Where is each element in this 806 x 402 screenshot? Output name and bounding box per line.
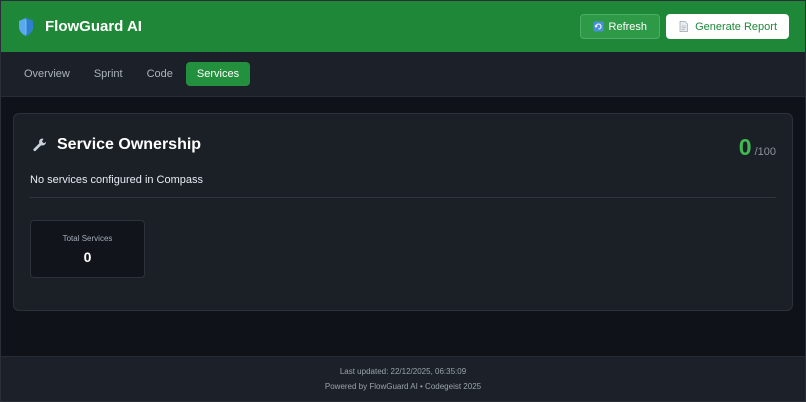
wrench-icon [32, 137, 48, 153]
divider [30, 197, 776, 198]
score-max: /100 [754, 146, 776, 158]
app-window: FlowGuard AI Refresh Generate Report Ove… [0, 0, 806, 402]
app-title: FlowGuard AI [45, 18, 142, 35]
stat-value: 0 [83, 248, 92, 265]
total-services-stat: Total Services 0 [30, 220, 145, 278]
tab-bar: Overview Sprint Code Services [1, 52, 805, 97]
last-updated: Last updated: 22/12/2025, 06:35:09 [339, 367, 467, 376]
tab-sprint[interactable]: Sprint [83, 62, 134, 86]
tab-code[interactable]: Code [136, 62, 184, 86]
score: 0 /100 [739, 134, 776, 161]
main-content: Service Ownership 0 /100 No services con… [1, 97, 805, 357]
score-value: 0 [738, 134, 752, 160]
top-header: FlowGuard AI Refresh Generate Report [1, 1, 805, 52]
generate-report-label: Generate Report [695, 20, 777, 33]
powered-by: Powered by FlowGuard AI • Codegeist 2025 [324, 382, 482, 391]
refresh-button[interactable]: Refresh [579, 14, 661, 39]
generate-report-button[interactable]: Generate Report [666, 14, 789, 39]
service-ownership-card: Service Ownership 0 /100 No services con… [13, 113, 793, 311]
shield-icon [17, 17, 35, 37]
stat-label: Total Services [62, 233, 113, 243]
tab-overview[interactable]: Overview [13, 62, 81, 86]
tab-services[interactable]: Services [185, 62, 251, 86]
refresh-icon [593, 21, 604, 32]
document-icon [678, 21, 689, 32]
card-header: Service Ownership 0 /100 [30, 114, 776, 161]
header-actions: Refresh Generate Report [579, 14, 789, 39]
footer: Last updated: 22/12/2025, 06:35:09 Power… [1, 356, 805, 401]
card-title-group: Service Ownership [30, 136, 201, 154]
card-title: Service Ownership [57, 136, 202, 153]
brand: FlowGuard AI [17, 17, 142, 37]
empty-state-message: No services configured in Compass [30, 174, 204, 186]
refresh-button-label: Refresh [608, 20, 648, 33]
